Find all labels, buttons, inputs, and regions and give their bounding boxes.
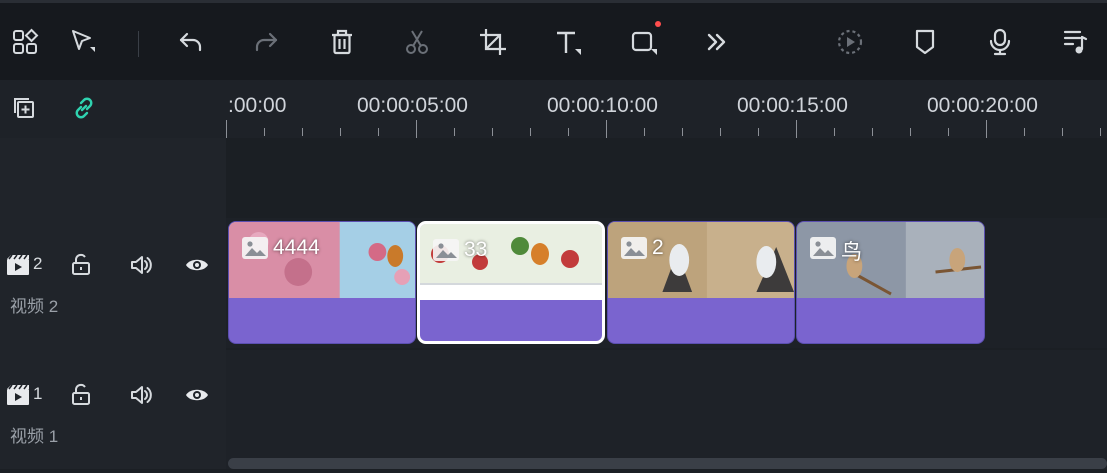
audio-list-icon[interactable] <box>1058 25 1092 59</box>
undo-icon[interactable] <box>174 25 208 59</box>
lock-open-icon[interactable] <box>67 381 95 409</box>
crop-icon[interactable] <box>476 25 510 59</box>
microphone-icon[interactable] <box>983 25 1017 59</box>
cut-icon[interactable] <box>400 25 434 59</box>
ruler-minor-tick <box>1100 128 1101 136</box>
track-lane-video-1[interactable] <box>226 350 1107 469</box>
clip-label: 2 <box>652 236 664 259</box>
volume-icon[interactable] <box>127 381 155 409</box>
ruler-minor-tick <box>644 128 645 136</box>
ruler-major-tick <box>606 120 607 138</box>
ruler-label: :00:00 <box>228 94 287 117</box>
track-number: 2 <box>33 254 43 273</box>
link-icon[interactable] <box>70 94 98 122</box>
horizontal-scrollbar[interactable] <box>228 458 1107 469</box>
clip-thumbnail <box>229 222 415 298</box>
ruler-minor-tick <box>910 128 911 136</box>
ruler-label: 00:00:20:00 <box>927 94 1038 117</box>
image-icon <box>433 239 459 261</box>
timeline-header-controls <box>0 80 226 138</box>
image-icon <box>242 237 268 259</box>
track-number: 1 <box>33 384 43 403</box>
ruler-minor-tick <box>568 128 569 136</box>
ruler-minor-tick <box>682 128 683 136</box>
clip-thumbnail <box>420 224 602 300</box>
toolbar <box>0 0 1107 80</box>
new-badge <box>655 21 661 27</box>
eye-icon[interactable] <box>183 381 211 409</box>
select-cursor-icon[interactable] <box>66 25 100 59</box>
clip-label: 33 <box>464 238 488 261</box>
ruler-major-tick <box>416 120 417 138</box>
lock-open-icon[interactable] <box>67 251 95 279</box>
ruler-minor-tick <box>264 128 265 136</box>
track-header-video-1: 1 视频 1 <box>0 353 226 473</box>
redo-icon[interactable] <box>249 25 283 59</box>
ruler-minor-tick <box>454 128 455 136</box>
track-name: 视频 2 <box>10 297 59 316</box>
volume-icon[interactable] <box>127 251 155 279</box>
ruler-label: 00:00:15:00 <box>737 94 848 117</box>
clip-label: 鸟 <box>841 241 862 264</box>
more-chevrons-icon[interactable] <box>700 25 734 59</box>
image-icon <box>621 237 647 259</box>
ruler-minor-tick <box>758 128 759 136</box>
clip-label: 4444 <box>273 236 320 259</box>
ruler-minor-tick <box>872 128 873 136</box>
speed-play-icon[interactable] <box>833 25 867 59</box>
clip-thumbnail <box>797 222 984 298</box>
marker-icon[interactable] <box>908 25 942 59</box>
delete-icon[interactable] <box>325 25 359 59</box>
layout-grid-icon[interactable] <box>8 25 42 59</box>
ruler-label: 00:00:05:00 <box>357 94 468 117</box>
ruler-minor-tick <box>340 128 341 136</box>
ruler-major-tick <box>796 120 797 138</box>
toolbar-separator <box>138 31 139 57</box>
image-icon <box>810 237 836 259</box>
ruler-major-tick <box>986 120 987 138</box>
ruler-minor-tick <box>492 128 493 136</box>
text-icon[interactable] <box>551 25 585 59</box>
timeline-clip[interactable]: 4444 <box>228 221 416 344</box>
shape-icon[interactable] <box>627 25 661 59</box>
ruler-minor-tick <box>720 128 721 136</box>
ruler-minor-tick <box>302 128 303 136</box>
track-name: 视频 1 <box>10 427 59 446</box>
ruler-minor-tick <box>378 128 379 136</box>
clip-thumbnail <box>608 222 794 298</box>
ruler-label: 00:00:10:00 <box>547 94 658 117</box>
video-track-icon <box>4 381 32 409</box>
ruler-minor-tick <box>948 128 949 136</box>
ruler-minor-tick <box>1024 128 1025 136</box>
timeline-clip-selected[interactable]: 33 <box>417 221 605 344</box>
ruler-minor-tick <box>1062 128 1063 136</box>
track-header-video-2: 2 视频 2 <box>0 222 226 342</box>
timeline-clip[interactable]: 鸟 <box>796 221 985 344</box>
eye-icon[interactable] <box>183 251 211 279</box>
add-track-icon[interactable] <box>10 94 38 122</box>
timeline-clip[interactable]: 2 <box>607 221 795 344</box>
ruler-minor-tick <box>530 128 531 136</box>
video-track-icon <box>4 251 32 279</box>
timeline-ruler[interactable]: :00:00 00:00:05:00 00:00:10:00 00:00:15:… <box>226 80 1107 138</box>
ruler-major-tick <box>226 120 227 138</box>
track-headers: 2 视频 2 1 视频 1 <box>0 138 226 469</box>
ruler-minor-tick <box>834 128 835 136</box>
